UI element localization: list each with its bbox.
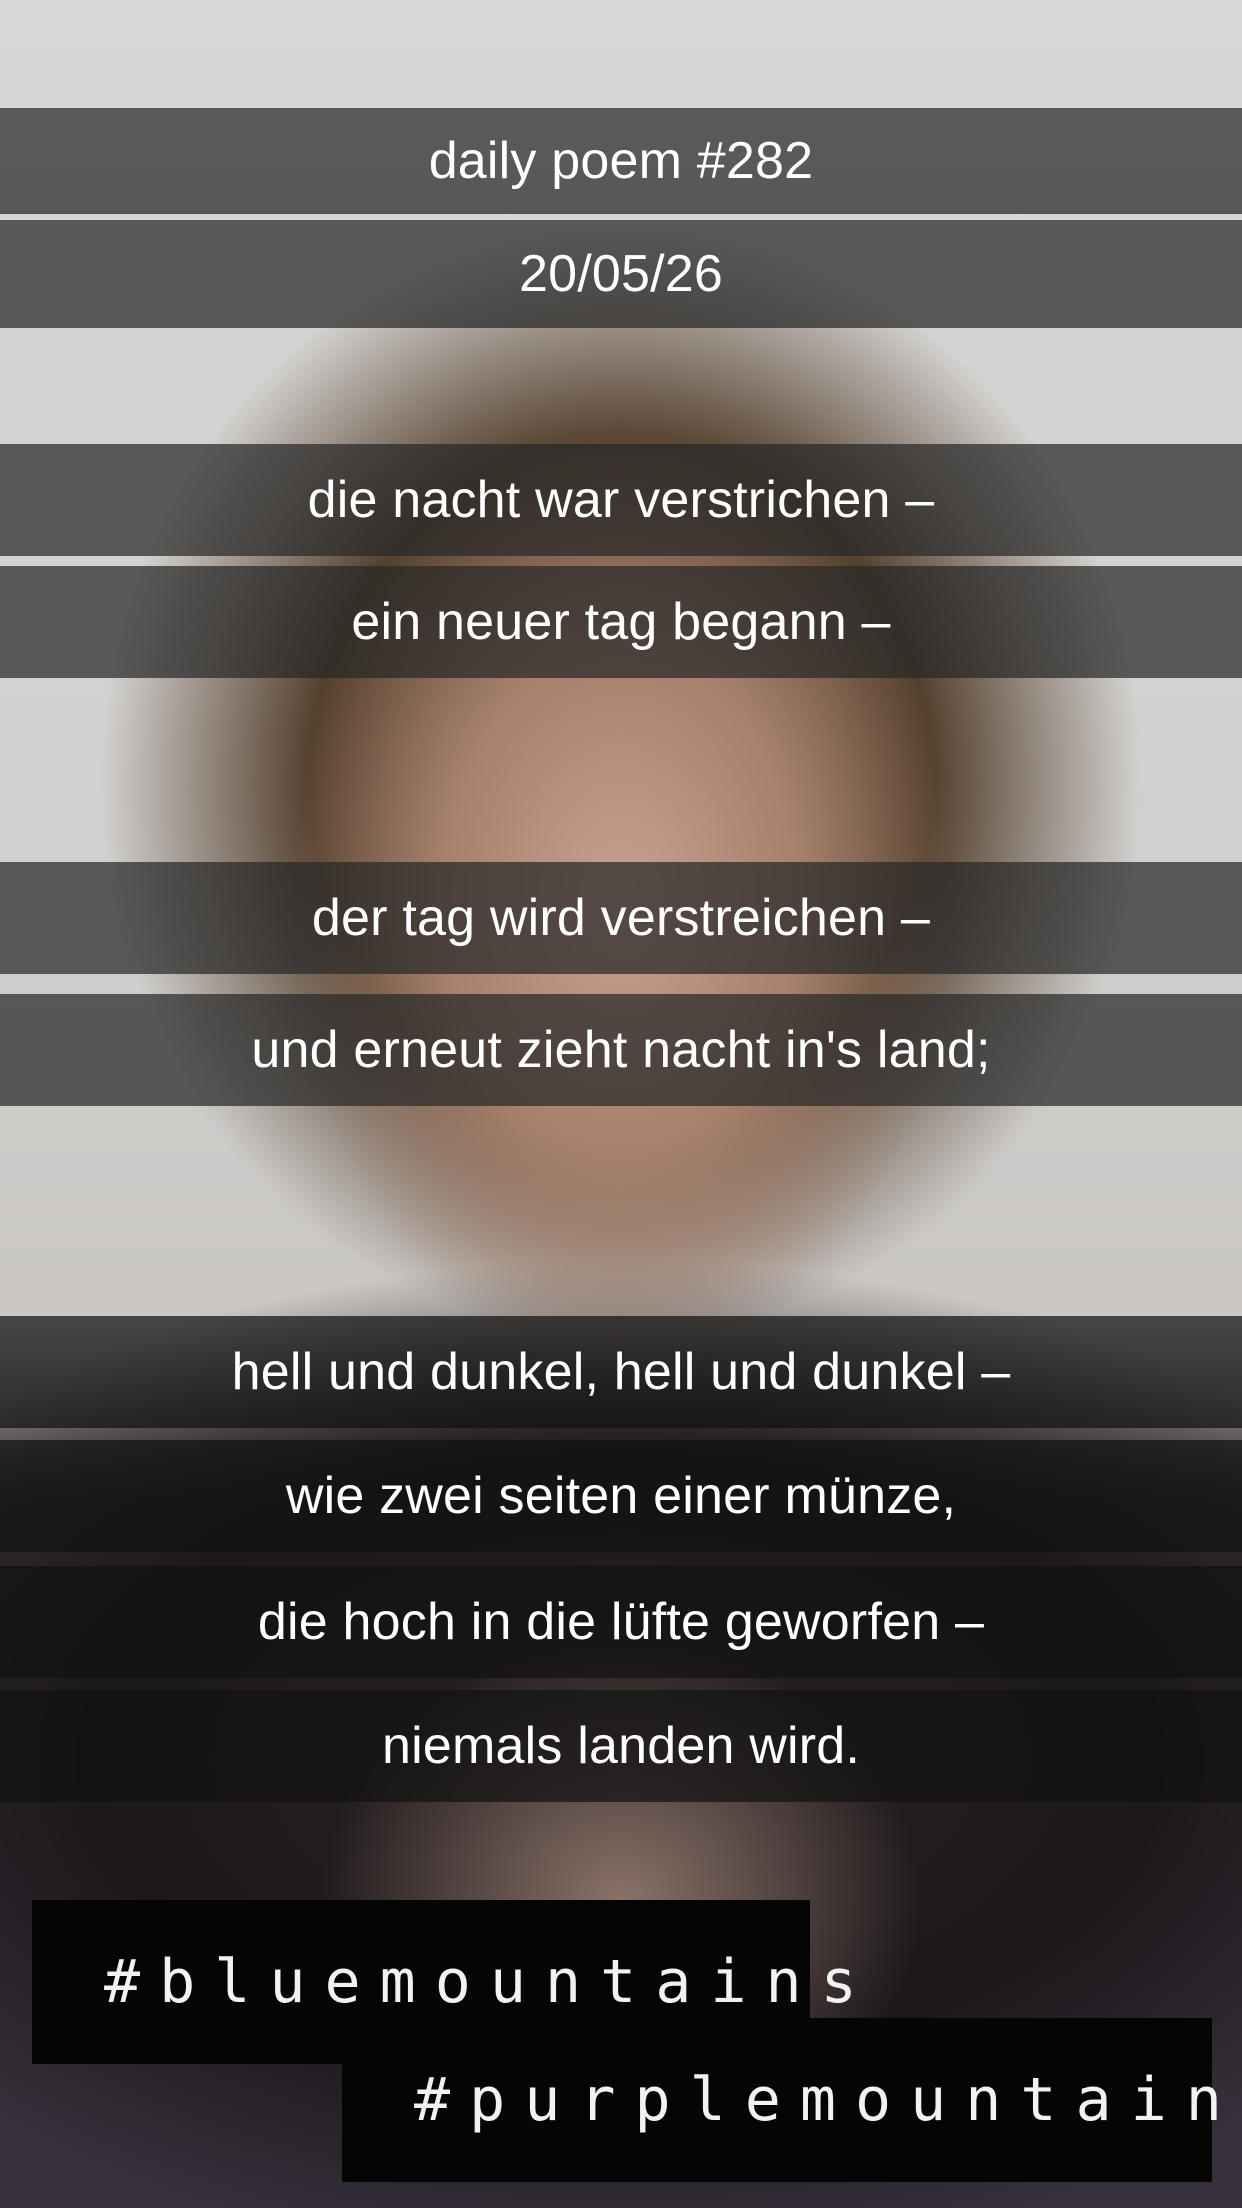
poem-line: ein neuer tag begann – (351, 593, 891, 651)
poem-title-band: daily poem #282 (0, 108, 1242, 214)
poem-line: niemals landen wird. (381, 1717, 861, 1775)
poem-line: die nacht war verstrichen – (307, 471, 935, 529)
poem-line: wie zwei seiten einer münze, (285, 1467, 957, 1525)
poem-title: daily poem #282 (428, 132, 814, 190)
poem-line: und erneut zieht nacht in's land; (251, 1021, 991, 1079)
poem-date: 20/05/26 (518, 245, 723, 303)
poem-line-band: hell und dunkel, hell und dunkel – (0, 1316, 1242, 1428)
hashtag-sticker[interactable]: #purplemountains (342, 2018, 1242, 2182)
poem-line-band: und erneut zieht nacht in's land; (0, 994, 1242, 1106)
poem-line: die hoch in die lüfte geworfen – (257, 1593, 985, 1651)
poem-line-band: die hoch in die lüfte geworfen – (0, 1566, 1242, 1678)
poem-line-band: die nacht war verstrichen – (0, 444, 1242, 556)
poem-date-band: 20/05/26 (0, 220, 1242, 328)
hashtag-text: #purplemountains (414, 2065, 1242, 2135)
poem-line-band: ein neuer tag begann – (0, 566, 1242, 678)
poem-line-band: der tag wird verstreichen – (0, 862, 1242, 974)
poem-line: hell und dunkel, hell und dunkel – (231, 1343, 1011, 1401)
hashtag-text: #bluemountains (104, 1947, 876, 2017)
poem-line-band: niemals landen wird. (0, 1690, 1242, 1802)
poem-line-band: wie zwei seiten einer münze, (0, 1440, 1242, 1552)
poem-line: der tag wird verstreichen – (311, 889, 931, 947)
